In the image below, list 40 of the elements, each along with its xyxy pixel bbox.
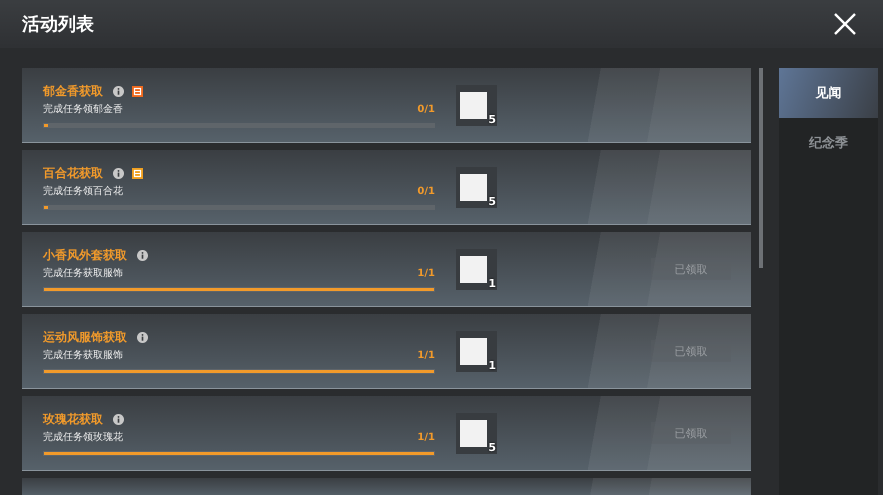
- info-icon[interactable]: [137, 250, 148, 260]
- reward-slot[interactable]: 5: [456, 166, 497, 208]
- photo-placeholder: [460, 256, 487, 282]
- reward-slot[interactable]: 5: [456, 84, 497, 126]
- task-title: 百合花获取: [43, 164, 103, 182]
- progress-count: 1/1: [417, 350, 435, 360]
- tab[interactable]: 见闻: [778, 68, 878, 118]
- photo-placeholder: [460, 92, 487, 118]
- info-icon[interactable]: [113, 414, 124, 424]
- progress-count: 1/1: [417, 432, 435, 442]
- progress-count: 1/1: [417, 268, 435, 278]
- task-description: 完成任务领百合花: [43, 184, 123, 198]
- reward-count: 5: [488, 114, 496, 126]
- close-icon[interactable]: [833, 12, 857, 36]
- tab[interactable]: 纪念季: [778, 118, 878, 168]
- reward-count: 5: [488, 442, 496, 454]
- progress-count: 0/1: [417, 104, 435, 114]
- task-description: 完成任务获取服饰: [43, 348, 123, 362]
- info-icon[interactable]: [113, 86, 124, 96]
- progress-count: 0/1: [417, 186, 435, 196]
- reward-slot[interactable]: 1: [456, 330, 497, 372]
- scrollbar[interactable]: [758, 68, 763, 268]
- task-description: 完成任务领玫瑰花: [43, 430, 123, 444]
- task-description: 完成任务领郁金香: [43, 102, 123, 116]
- task-title: 玫瑰花获取: [43, 410, 103, 428]
- reward-count: 5: [488, 196, 496, 208]
- reward-slot[interactable]: 5: [456, 412, 497, 454]
- reward-slot[interactable]: 1: [456, 248, 497, 290]
- info-icon[interactable]: [137, 332, 148, 342]
- photo-placeholder: [460, 420, 487, 446]
- task-title: 郁金香获取: [43, 82, 103, 100]
- reward-count: 1: [488, 278, 496, 290]
- window-title: 活动列表: [22, 13, 94, 36]
- task-title: 运动风服饰获取: [43, 328, 127, 346]
- photo-placeholder: [460, 338, 487, 364]
- reward-count: 1: [488, 360, 496, 372]
- photo-placeholder: [460, 174, 487, 200]
- task-title: 小香风外套获取: [43, 246, 127, 264]
- task-description: 完成任务获取服饰: [43, 266, 123, 280]
- info-icon[interactable]: [113, 168, 124, 178]
